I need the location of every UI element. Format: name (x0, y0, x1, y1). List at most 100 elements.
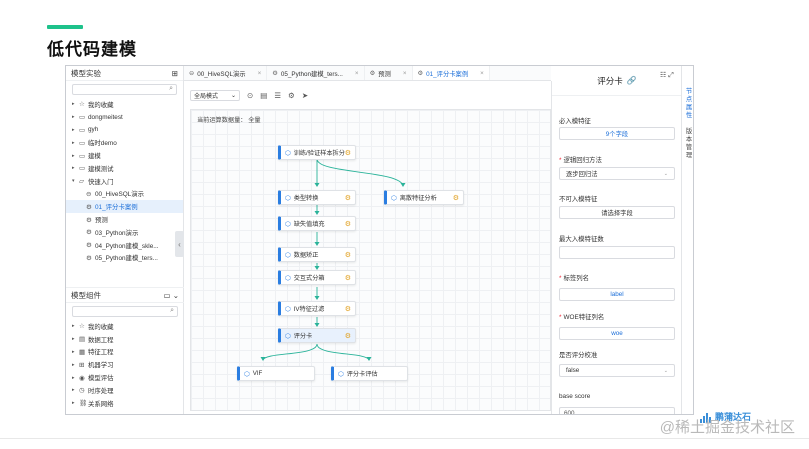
components-controls[interactable]: ▭ ⌄ (164, 291, 179, 300)
workflow-node[interactable]: ⬡ 交互式分箱 ⚙ (278, 270, 356, 285)
tree-item[interactable]: ⊖ 00_HiveSQL演示 (66, 188, 183, 201)
expand-arrow-icon: ▸ (72, 374, 75, 381)
workflow-node[interactable]: ⬡ VIF (237, 366, 315, 381)
mode-select[interactable]: 全局模式 ⌄ (190, 89, 240, 101)
gear-icon: ⚙ (86, 229, 92, 237)
tab-label: 预测 (378, 70, 391, 78)
field-value: woe (611, 330, 623, 337)
expand-arrow-icon: ▸ (72, 387, 75, 394)
gear-icon[interactable]: ⚙ (345, 332, 351, 340)
workflow-node[interactable]: ⬡ 缺失值填充 ⚙ (278, 216, 356, 231)
expand-arrow-icon: ▸ (72, 361, 75, 368)
gear-icon[interactable]: ⚙ (345, 194, 351, 202)
gear-icon: ⚙ (86, 216, 92, 224)
tree-item[interactable]: ⚙ 01_评分卡案例 (66, 200, 183, 214)
field-input[interactable]: 600 (559, 407, 675, 414)
component-category[interactable]: ▸ ◉ 模型评估 (66, 371, 184, 384)
gear-icon[interactable]: ⚙ (453, 194, 459, 202)
tree-item[interactable]: ⚙ 预测 (66, 213, 183, 226)
tree-item[interactable]: ⚙ 05_Python建模_ters... (66, 252, 183, 265)
tree-item[interactable]: ▾ ▱ 快速入门 (66, 175, 183, 188)
tab[interactable]: ⚙ 05_Python建模_ters... × (267, 66, 365, 80)
component-icon: ⬡ (285, 194, 291, 202)
component-category[interactable]: ▸ ◷ 时序处理 (66, 384, 184, 397)
workflow-node[interactable]: ⬡ 类型转换 ⚙ (278, 190, 356, 205)
component-icon: ⬡ (338, 370, 344, 378)
field-select-button[interactable]: 请选择字段 (559, 206, 675, 219)
component-category[interactable]: ▸ ▤ 数据工程 (66, 333, 184, 346)
settings-icon[interactable]: ⚙ (288, 91, 295, 100)
expand-arrow-icon: ▸ (72, 152, 75, 159)
field-dropdown[interactable]: 逐步回归法 ⌄ (559, 167, 675, 180)
tab[interactable]: ⊖ 00_HiveSQL演示 × (184, 66, 268, 80)
node-label: 类型转换 (293, 195, 319, 202)
left-panel: 模型实验 ⊞ ⌕ ▸ ☆ 我的收藏 ▸ ▭ dongmeitest ▸ ▭ gyh ▸ ▭ 临时dem… (66, 66, 184, 414)
close-icon[interactable]: × (258, 70, 262, 77)
gear-icon[interactable]: ⚙ (345, 149, 351, 157)
tree-item[interactable]: ▸ ▭ 建模测试 (66, 162, 183, 175)
field-dropdown[interactable]: false ⌄ (559, 364, 675, 377)
list-icon[interactable]: ☰ (274, 91, 281, 100)
workflow-node[interactable]: ⬡ 数据矫正 ⚙ (278, 247, 356, 262)
gear-icon[interactable]: ⚙ (345, 305, 351, 313)
workflow-node[interactable]: ⬡ 评分卡 ⚙ (278, 328, 356, 343)
send-icon[interactable]: ➤ (302, 91, 308, 100)
field-select-button[interactable]: 9个字段 (559, 127, 675, 140)
component-icon: ⬡ (391, 194, 397, 202)
side-tab[interactable]: 节点属性 (685, 88, 693, 120)
gear-icon[interactable]: ⚙ (345, 251, 351, 259)
slide-title: 低代码建模 (47, 40, 137, 59)
new-folder-icon[interactable]: ⊞ (172, 69, 178, 78)
workflow-node[interactable]: ⬡ 离散特征分析 ⚙ (384, 190, 464, 205)
tree-item[interactable]: ⚙ 03_Python演示 (66, 226, 183, 239)
component-category[interactable]: ▸ ⛓ 关系网络 (66, 397, 184, 410)
close-icon[interactable]: × (403, 70, 407, 77)
expand-arrow-icon: ▸ (72, 165, 75, 172)
close-icon[interactable]: × (355, 70, 359, 77)
save-icon[interactable]: ▤ (260, 91, 267, 100)
workflow-node[interactable]: ⬡ 训练/验证样本拆分 ⚙ (278, 145, 356, 160)
field-select-button[interactable]: label (559, 288, 675, 301)
run-icon[interactable]: ⊙ (247, 91, 253, 100)
tab[interactable]: ⚙ 01_评分卡案例 × (412, 66, 490, 80)
experiments-header: 模型实验 ⊞ (66, 66, 183, 81)
folder-open-icon: ▱ (79, 178, 84, 186)
field-input[interactable] (559, 246, 675, 259)
tree-item[interactable]: ▸ ▭ 临时demo (66, 136, 183, 149)
node-label: 训练/验证样本拆分 (293, 150, 345, 157)
components-header: 模型组件 ▭ ⌄ (66, 288, 184, 303)
watermark: @稀土掘金技术社区 (659, 419, 795, 436)
expand-arrow-icon: ▸ (72, 139, 75, 146)
tree-item[interactable]: ▸ ▭ dongmeitest (66, 111, 183, 124)
collapse-panel-button[interactable]: ‹ (175, 231, 184, 257)
sql-icon: ⊖ (86, 190, 92, 198)
feature-icon: ▦ (79, 348, 86, 356)
tab[interactable]: ⚙ 预测 × (365, 66, 413, 80)
node-label: 数据矫正 (293, 252, 319, 259)
workflow-node[interactable]: ⬡ 评分卡评估 (331, 366, 408, 381)
gear-icon[interactable]: ⚙ (345, 220, 351, 228)
link-icon[interactable]: 🔗 (627, 76, 637, 85)
tree-item[interactable]: ⚙ 04_Python建模_skle... (66, 239, 183, 252)
component-category[interactable]: ▸ ☆ 我的收藏 (66, 320, 184, 333)
layout-controls[interactable]: ☷ ⤢ (660, 71, 674, 80)
component-category[interactable]: ▸ ⊞ 机器学习 (66, 358, 184, 371)
bottom-divider (0, 438, 809, 439)
workflow-node[interactable]: ⬡ IV特征过滤 ⚙ (278, 301, 356, 316)
tree-item[interactable]: ▸ ▭ gyh (66, 124, 183, 137)
field-label-text: base score (559, 393, 591, 400)
components-search-input[interactable]: ⌕ (72, 306, 178, 317)
experiments-search-input[interactable]: ⌕ (72, 84, 177, 95)
component-category[interactable]: ▸ ▦ 特征工程 (66, 346, 184, 359)
gear-icon[interactable]: ⚙ (345, 274, 351, 282)
workflow-canvas[interactable]: 当前运算数据量： 全量 ⬡ 训练/验证样本拆分 ⚙ ⬡ 类型转换 ⚙ ⬡ 离散特征分析 ⚙ ⬡ 缺失… (190, 109, 551, 411)
tree-item[interactable]: ▸ ▭ 建模 (66, 149, 183, 162)
mode-value: 全局模式 (194, 93, 219, 100)
tree-item[interactable]: ▸ ☆ 我的收藏 (66, 98, 183, 111)
close-icon[interactable]: × (480, 70, 484, 77)
field-select-button[interactable]: woe (559, 327, 675, 340)
field-value: 9个字段 (605, 131, 629, 138)
component-label: 数据工程 (88, 336, 114, 344)
field-label: * 逻辑回归方法 (559, 155, 602, 164)
side-tab[interactable]: 版本管理 (685, 128, 693, 160)
